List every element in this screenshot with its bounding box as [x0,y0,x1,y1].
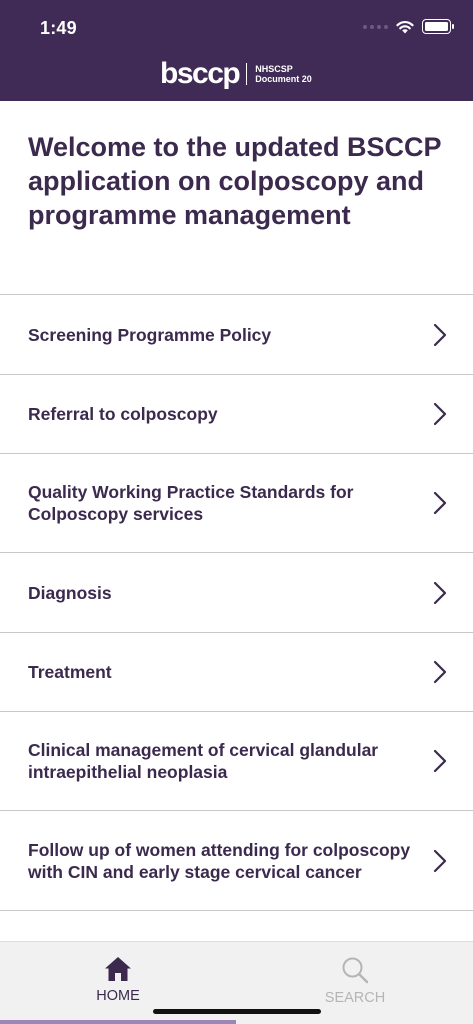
menu-item-label: Referral to colposcopy [28,404,218,424]
status-time: 1:49 [40,18,77,38]
menu-item-screening-policy[interactable]: Screening Programme Policy [0,295,473,375]
chevron-right-icon [433,849,447,872]
chevron-right-icon [433,581,447,604]
home-indicator [153,1009,321,1014]
chevron-right-icon [433,323,447,346]
menu-item-diagnosis[interactable]: Diagnosis [0,553,473,633]
menu-item-label: Diagnosis [28,582,112,603]
wifi-icon [396,20,414,33]
tab-home-label: HOME [96,988,140,1004]
active-tab-indicator [0,1020,236,1024]
status-indicators [363,19,454,34]
cellular-signal-icon [363,24,388,29]
menu-item-cgin-management[interactable]: Clinical management of cervical glandula… [0,712,473,811]
home-icon [105,957,131,981]
search-icon [342,957,369,984]
tab-search[interactable]: SEARCH [295,956,415,1006]
menu-list: Screening Programme Policy Referral to c… [0,294,473,911]
welcome-heading: Welcome to the updated BSCCP application… [28,132,442,230]
menu-item-label: Quality Working Practice Standards for C… [28,482,354,524]
chevron-right-icon [433,491,447,515]
logo-subtitle: NHSCSP Document 20 [255,64,312,84]
chevron-right-icon [433,749,447,773]
tab-home[interactable]: HOME [58,956,178,1004]
app-header: 1:49 bsccp NHSCSP Document 20 [0,0,473,101]
menu-item-label: Clinical management of cervical glandula… [28,740,379,782]
chevron-right-icon [433,402,447,426]
menu-item-referral[interactable]: Referral to colposcopy [0,375,473,454]
menu-item-label: Follow up of women attending for colposc… [28,839,411,882]
tab-search-label: SEARCH [324,990,386,1006]
logo-subtitle-line1: NHSCSP [255,64,293,74]
menu-item-follow-up[interactable]: Follow up of women attending for colposc… [0,811,473,911]
chevron-right-icon [433,660,447,684]
bsccp-logo: bsccp NHSCSP Document 20 [160,58,312,90]
logo-divider [246,63,248,85]
menu-item-quality-standards[interactable]: Quality Working Practice Standards for C… [0,454,473,553]
menu-item-label: Screening Programme Policy [28,324,272,345]
logo-subtitle-line2: Document 20 [255,74,312,84]
menu-item-treatment[interactable]: Treatment [0,633,473,712]
logo-wordmark: bsccp [160,57,241,90]
battery-icon [422,19,454,34]
menu-item-label: Treatment [28,662,112,682]
